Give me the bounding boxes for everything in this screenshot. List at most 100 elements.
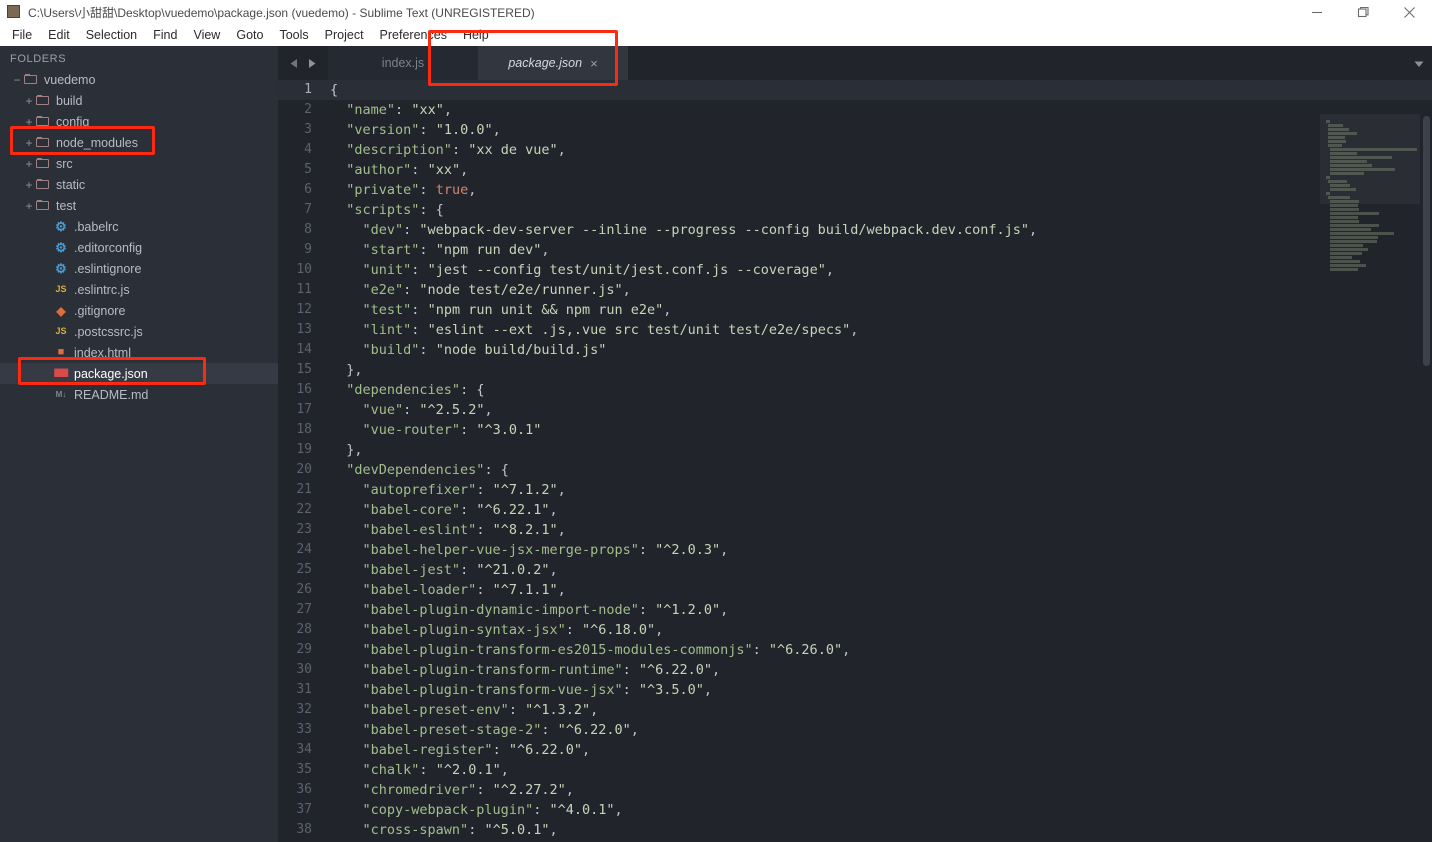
expand-icon[interactable]: + xyxy=(22,157,36,171)
code-line[interactable]: }, xyxy=(322,360,1432,380)
tree-folder-static[interactable]: + static xyxy=(0,174,278,195)
tree-file-readme-md[interactable]: M↓ README.md xyxy=(0,384,278,405)
code-line[interactable]: "author": "xx", xyxy=(322,160,1432,180)
minimap[interactable] xyxy=(1320,114,1420,842)
tree-folder-src[interactable]: + src xyxy=(0,153,278,174)
folder-icon xyxy=(36,158,50,169)
code-line[interactable]: "babel-register": "^6.22.0", xyxy=(322,740,1432,760)
code-line[interactable]: "copy-webpack-plugin": "^4.0.1", xyxy=(322,800,1432,820)
minimize-button[interactable] xyxy=(1294,0,1340,24)
expand-icon[interactable]: + xyxy=(22,136,36,150)
code-line[interactable]: "version": "1.0.0", xyxy=(322,120,1432,140)
minimap-line xyxy=(1330,252,1362,255)
expand-icon[interactable]: + xyxy=(22,115,36,129)
code-line[interactable]: "babel-preset-stage-2": "^6.22.0", xyxy=(322,720,1432,740)
code-line[interactable]: "babel-plugin-transform-runtime": "^6.22… xyxy=(322,660,1432,680)
code-line[interactable]: "name": "xx", xyxy=(322,100,1432,120)
tree-folder-build[interactable]: + build xyxy=(0,90,278,111)
code-line[interactable]: "vue-router": "^3.0.1" xyxy=(322,420,1432,440)
code-view[interactable]: 1 2 3 4 5 6 7 8 9 10 11 12 13 14 15 16 17 18 19 20 21 22 23 24 2… xyxy=(278,80,1432,842)
code-token: , xyxy=(614,802,623,818)
tree-item-label: .eslintignore xyxy=(74,261,142,276)
gear-icon: ⚙ xyxy=(55,261,67,276)
tree-folder-node-modules[interactable]: + node_modules xyxy=(0,132,278,153)
menu-item-find[interactable]: Find xyxy=(145,26,185,44)
tree-file-eslintignore[interactable]: ⚙ .eslintignore xyxy=(0,258,278,279)
code-line[interactable]: "cross-spawn": "^5.0.1", xyxy=(322,820,1432,840)
code-line[interactable]: "dependencies": { xyxy=(322,380,1432,400)
close-icon[interactable]: × xyxy=(590,57,598,70)
tree-folder-config[interactable]: + config xyxy=(0,111,278,132)
chevron-down-icon[interactable] xyxy=(1412,57,1426,71)
menu-item-help[interactable]: Help xyxy=(455,26,497,44)
tab-package-json[interactable]: package.json × xyxy=(478,46,628,80)
code-token: "^8.2.1" xyxy=(492,522,558,538)
menu-item-goto[interactable]: Goto xyxy=(228,26,271,44)
vertical-scrollbar[interactable] xyxy=(1423,116,1430,366)
line-number: 34 xyxy=(296,742,312,757)
maximize-button[interactable] xyxy=(1340,0,1386,24)
previous-tab-icon[interactable] xyxy=(289,58,300,69)
code-token: "author" xyxy=(346,162,412,178)
menu-item-tools[interactable]: Tools xyxy=(271,26,316,44)
menu-item-preferences[interactable]: Preferences xyxy=(372,26,455,44)
tree-folder-test[interactable]: + test xyxy=(0,195,278,216)
code-line[interactable]: "dev": "webpack-dev-server --inline --pr… xyxy=(322,220,1432,240)
tab-index-js[interactable]: index.js xyxy=(328,46,478,80)
menu-item-file[interactable]: File xyxy=(4,26,40,44)
tree-file-postcssrc-js[interactable]: JS .postcssrc.js xyxy=(0,321,278,342)
tree-file-editorconfig[interactable]: ⚙ .editorconfig xyxy=(0,237,278,258)
code-content[interactable]: { "name": "xx", "version": "1.0.0", "des… xyxy=(322,80,1432,842)
code-line[interactable]: "babel-loader": "^7.1.1", xyxy=(322,580,1432,600)
code-line[interactable]: { xyxy=(322,80,1432,100)
json-file-icon: ███ xyxy=(54,370,68,377)
code-line[interactable]: "babel-preset-env": "^1.3.2", xyxy=(322,700,1432,720)
code-line[interactable]: "start": "npm run dev", xyxy=(322,240,1432,260)
code-line[interactable]: "unit": "jest --config test/unit/jest.co… xyxy=(322,260,1432,280)
code-line[interactable]: "vue": "^2.5.2", xyxy=(322,400,1432,420)
code-line[interactable]: "babel-helper-vue-jsx-merge-props": "^2.… xyxy=(322,540,1432,560)
tree-file-index-html[interactable]: ■ index.html xyxy=(0,342,278,363)
code-line[interactable]: "devDependencies": { xyxy=(322,460,1432,480)
close-button[interactable] xyxy=(1386,0,1432,24)
code-token: : xyxy=(411,322,428,338)
title-bar: C:\Users\小甜甜\Desktop\vuedemo\package.jso… xyxy=(0,0,1432,24)
tree-file-babelrc[interactable]: ⚙ .babelrc xyxy=(0,216,278,237)
menu-item-view[interactable]: View xyxy=(185,26,228,44)
code-token: : xyxy=(533,802,550,818)
collapse-icon[interactable]: − xyxy=(10,73,24,87)
code-line[interactable]: "babel-plugin-transform-vue-jsx": "^3.5.… xyxy=(322,680,1432,700)
code-line[interactable]: "chalk": "^2.0.1", xyxy=(322,760,1432,780)
tree-file-eslintrc-js[interactable]: JS .eslintrc.js xyxy=(0,279,278,300)
code-line[interactable]: "test": "npm run unit && npm run e2e", xyxy=(322,300,1432,320)
code-line[interactable]: "babel-eslint": "^8.2.1", xyxy=(322,520,1432,540)
code-line[interactable]: "autoprefixer": "^7.1.2", xyxy=(322,480,1432,500)
code-line[interactable]: "babel-plugin-dynamic-import-node": "^1.… xyxy=(322,600,1432,620)
menu-item-project[interactable]: Project xyxy=(317,26,372,44)
code-line[interactable]: "chromedriver": "^2.27.2", xyxy=(322,780,1432,800)
code-line[interactable]: "babel-core": "^6.22.1", xyxy=(322,500,1432,520)
code-line[interactable]: "description": "xx de vue", xyxy=(322,140,1432,160)
tree-folder-vuedemo[interactable]: − vuedemo xyxy=(0,69,278,90)
code-line[interactable]: }, xyxy=(322,440,1432,460)
menu-item-selection[interactable]: Selection xyxy=(78,26,145,44)
tree-file-gitignore[interactable]: ◆ .gitignore xyxy=(0,300,278,321)
expand-icon[interactable]: + xyxy=(22,178,36,192)
code-line[interactable]: "babel-plugin-transform-es2015-modules-c… xyxy=(322,640,1432,660)
code-line[interactable]: "e2e": "node test/e2e/runner.js", xyxy=(322,280,1432,300)
expand-icon[interactable]: + xyxy=(22,199,36,213)
code-line[interactable]: "build": "node build/build.js" xyxy=(322,340,1432,360)
next-tab-icon[interactable] xyxy=(306,58,317,69)
code-line[interactable]: "babel-plugin-syntax-jsx": "^6.18.0", xyxy=(322,620,1432,640)
code-line[interactable]: "private": true, xyxy=(322,180,1432,200)
code-line[interactable]: "lint": "eslint --ext .js,.vue src test/… xyxy=(322,320,1432,340)
code-line[interactable]: "scripts": { xyxy=(322,200,1432,220)
menu-item-edit[interactable]: Edit xyxy=(40,26,78,44)
code-line[interactable]: "babel-jest": "^21.0.2", xyxy=(322,560,1432,580)
expand-icon[interactable]: + xyxy=(22,94,36,108)
code-token: "babel-plugin-transform-vue-jsx" xyxy=(362,682,623,698)
tree-file-package-json[interactable]: ███ package.json xyxy=(0,363,278,384)
